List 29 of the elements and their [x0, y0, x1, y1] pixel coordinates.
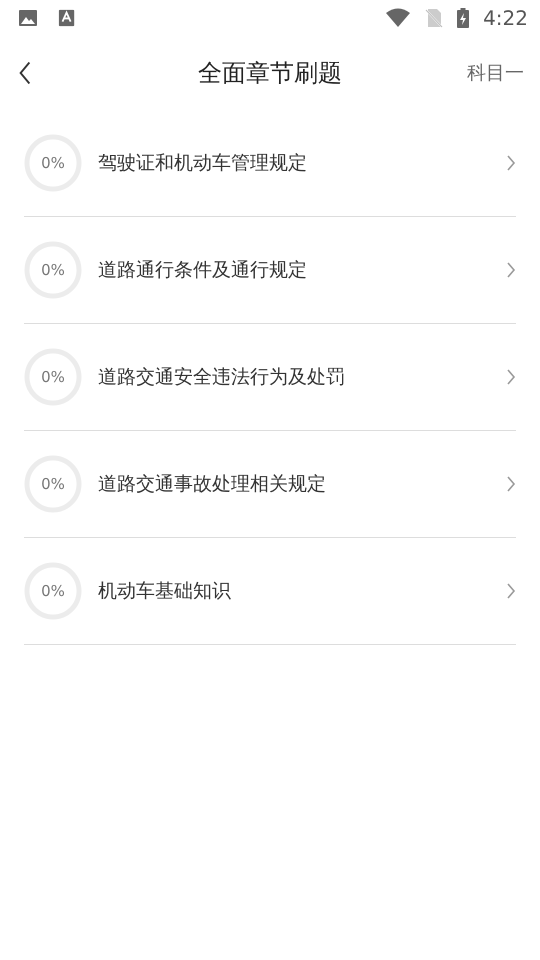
chevron-right-icon: [506, 475, 516, 493]
chapter-title: 道路通行条件及通行规定: [98, 258, 308, 283]
progress-label: 0%: [40, 261, 66, 279]
chapter-item[interactable]: 0% 道路交通安全违法行为及处罚: [24, 324, 516, 431]
chapter-title: 机动车基础知识: [98, 579, 232, 604]
chapter-item[interactable]: 0% 机动车基础知识: [24, 538, 516, 645]
chapter-title: 驾驶证和机动车管理规定: [98, 151, 308, 176]
status-time: 4:22: [483, 6, 528, 30]
chapter-item[interactable]: 0% 道路通行条件及通行规定: [24, 217, 516, 324]
chevron-right-icon: [506, 154, 516, 172]
image-icon: [18, 8, 38, 28]
progress-label: 0%: [40, 582, 66, 600]
chapter-title: 道路交通事故处理相关规定: [98, 472, 327, 497]
chevron-right-icon: [506, 368, 516, 386]
page-title: 全面章节刷题: [198, 58, 342, 89]
back-icon: [18, 60, 32, 86]
subject-button[interactable]: 科目一: [467, 60, 524, 86]
chapter-item[interactable]: 0% 道路交通事故处理相关规定: [24, 431, 516, 538]
font-icon: [58, 9, 76, 27]
progress-label: 0%: [40, 475, 66, 493]
wifi-icon: [385, 8, 412, 28]
chevron-right-icon: [506, 582, 516, 600]
battery-charging-icon: [457, 8, 470, 28]
chevron-right-icon: [506, 261, 516, 279]
chapter-item[interactable]: 0% 驾驶证和机动车管理规定: [24, 110, 516, 217]
progress-label: 0%: [40, 154, 66, 172]
chapter-title: 道路交通安全违法行为及处罚: [98, 365, 346, 390]
progress-label: 0%: [40, 368, 66, 386]
no-sim-icon: [425, 8, 444, 28]
